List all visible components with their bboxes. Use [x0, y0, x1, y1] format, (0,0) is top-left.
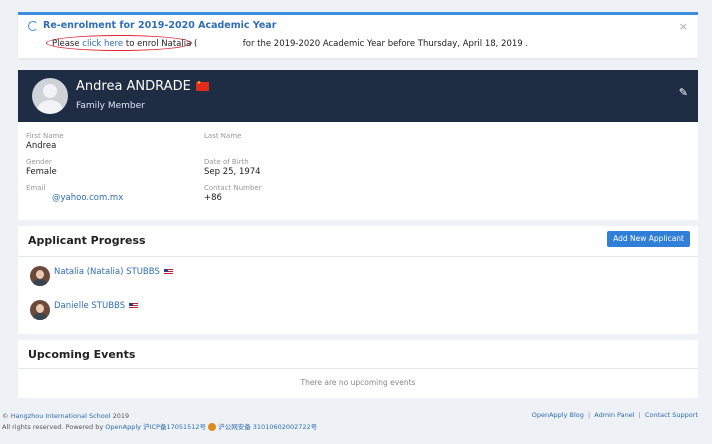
- footer-separator: |: [638, 411, 641, 419]
- footer-separator: |: [587, 411, 591, 419]
- page: Re-enrolment for 2019-2020 Academic Year…: [0, 0, 712, 444]
- gender-label: Gender: [26, 158, 52, 166]
- divider: [18, 256, 698, 257]
- notice-body-prefix: Please: [52, 39, 80, 49]
- applicant-avatar: [30, 266, 50, 286]
- profile-details: First Name Andrea Last Name Gender Femal…: [18, 122, 698, 220]
- profile-role: Family Member: [76, 101, 145, 111]
- rights-text: All rights reserved. Powered by: [2, 423, 104, 431]
- notice-body-middle: to enrol Natalia (: [125, 39, 198, 49]
- avatar: [32, 78, 68, 114]
- upcoming-events-title: Upcoming Events: [28, 348, 136, 361]
- applicant-item[interactable]: Natalia (Natalia) STUBBS: [30, 266, 173, 286]
- applicant-name[interactable]: Danielle STUBBS: [54, 301, 125, 311]
- applicant-progress-title: Applicant Progress: [28, 234, 146, 247]
- upcoming-events: Upcoming Events There are no upcoming ev…: [18, 340, 698, 398]
- divider: [18, 368, 698, 369]
- footer-copyright: © Hangzhou International School 2019 All…: [2, 411, 317, 433]
- profile-name-text: Andrea ANDRADE: [76, 79, 191, 94]
- contact-support-link[interactable]: Contact Support: [645, 411, 698, 419]
- notice-body: Please click here to enrol Natalia ( for…: [52, 39, 528, 49]
- gender-field: Gender Female: [26, 158, 57, 177]
- close-icon[interactable]: ×: [679, 20, 688, 33]
- profile-name: Andrea ANDRADE: [76, 79, 209, 94]
- dob-label: Date of Birth: [204, 158, 249, 166]
- reenrolment-notice: Re-enrolment for 2019-2020 Academic Year…: [18, 12, 698, 58]
- contact-value: +86: [204, 193, 222, 203]
- usa-flag-icon: [163, 269, 173, 275]
- contact-label: Contact Number: [204, 184, 262, 192]
- copyright-year: 2019: [112, 412, 130, 420]
- pencil-icon[interactable]: ✎: [679, 86, 688, 99]
- no-events-message: There are no upcoming events: [300, 378, 416, 387]
- dob-value: Sep 25, 1974: [204, 167, 261, 177]
- profile-header: Andrea ANDRADE Family Member ✎: [18, 70, 698, 122]
- gender-value: Female: [26, 167, 57, 177]
- notice-title-text: Re-enrolment for 2019-2020 Academic Year: [43, 20, 277, 31]
- email-value[interactable]: @yahoo.com.mx: [26, 193, 123, 203]
- police-link[interactable]: 沪公网安备 31010602002722号: [218, 423, 317, 431]
- applicant-item[interactable]: Danielle STUBBS: [30, 300, 139, 320]
- refresh-icon: [28, 20, 38, 31]
- contact-field: Contact Number +86: [204, 184, 262, 203]
- first-name-field: First Name Andrea: [26, 132, 64, 151]
- footer-links: OpenApply Blog | Admin Panel | Contact S…: [532, 411, 698, 419]
- openapply-link[interactable]: OpenApply: [105, 423, 141, 431]
- icp-link[interactable]: 沪ICP备17051512号: [143, 423, 206, 431]
- enrol-link[interactable]: click here: [82, 39, 123, 49]
- school-link[interactable]: Hangzhou International School: [11, 412, 111, 420]
- openapply-blog-link[interactable]: OpenApply Blog: [532, 411, 584, 419]
- first-name-label: First Name: [26, 132, 64, 140]
- applicant-name[interactable]: Natalia (Natalia) STUBBS: [54, 267, 160, 277]
- email-label: Email: [26, 184, 46, 192]
- email-field: Email @yahoo.com.mx: [26, 184, 123, 203]
- applicant-avatar: [30, 300, 50, 320]
- china-flag-icon: [195, 80, 209, 91]
- last-name-field: Last Name: [204, 132, 241, 141]
- usa-flag-icon: [129, 303, 139, 309]
- first-name-value: Andrea: [26, 141, 57, 151]
- notice-body-suffix: for the 2019-2020 Academic Year before T…: [242, 39, 529, 49]
- police-badge-icon: [208, 423, 217, 431]
- copyright-symbol: ©: [2, 412, 9, 420]
- add-new-applicant-button[interactable]: Add New Applicant: [607, 231, 690, 247]
- notice-title: Re-enrolment for 2019-2020 Academic Year: [28, 20, 276, 31]
- dob-field: Date of Birth Sep 25, 1974: [204, 158, 261, 177]
- admin-panel-link[interactable]: Admin Panel: [594, 411, 634, 419]
- applicant-progress: Applicant Progress Add New Applicant Nat…: [18, 226, 698, 334]
- last-name-label: Last Name: [204, 132, 242, 140]
